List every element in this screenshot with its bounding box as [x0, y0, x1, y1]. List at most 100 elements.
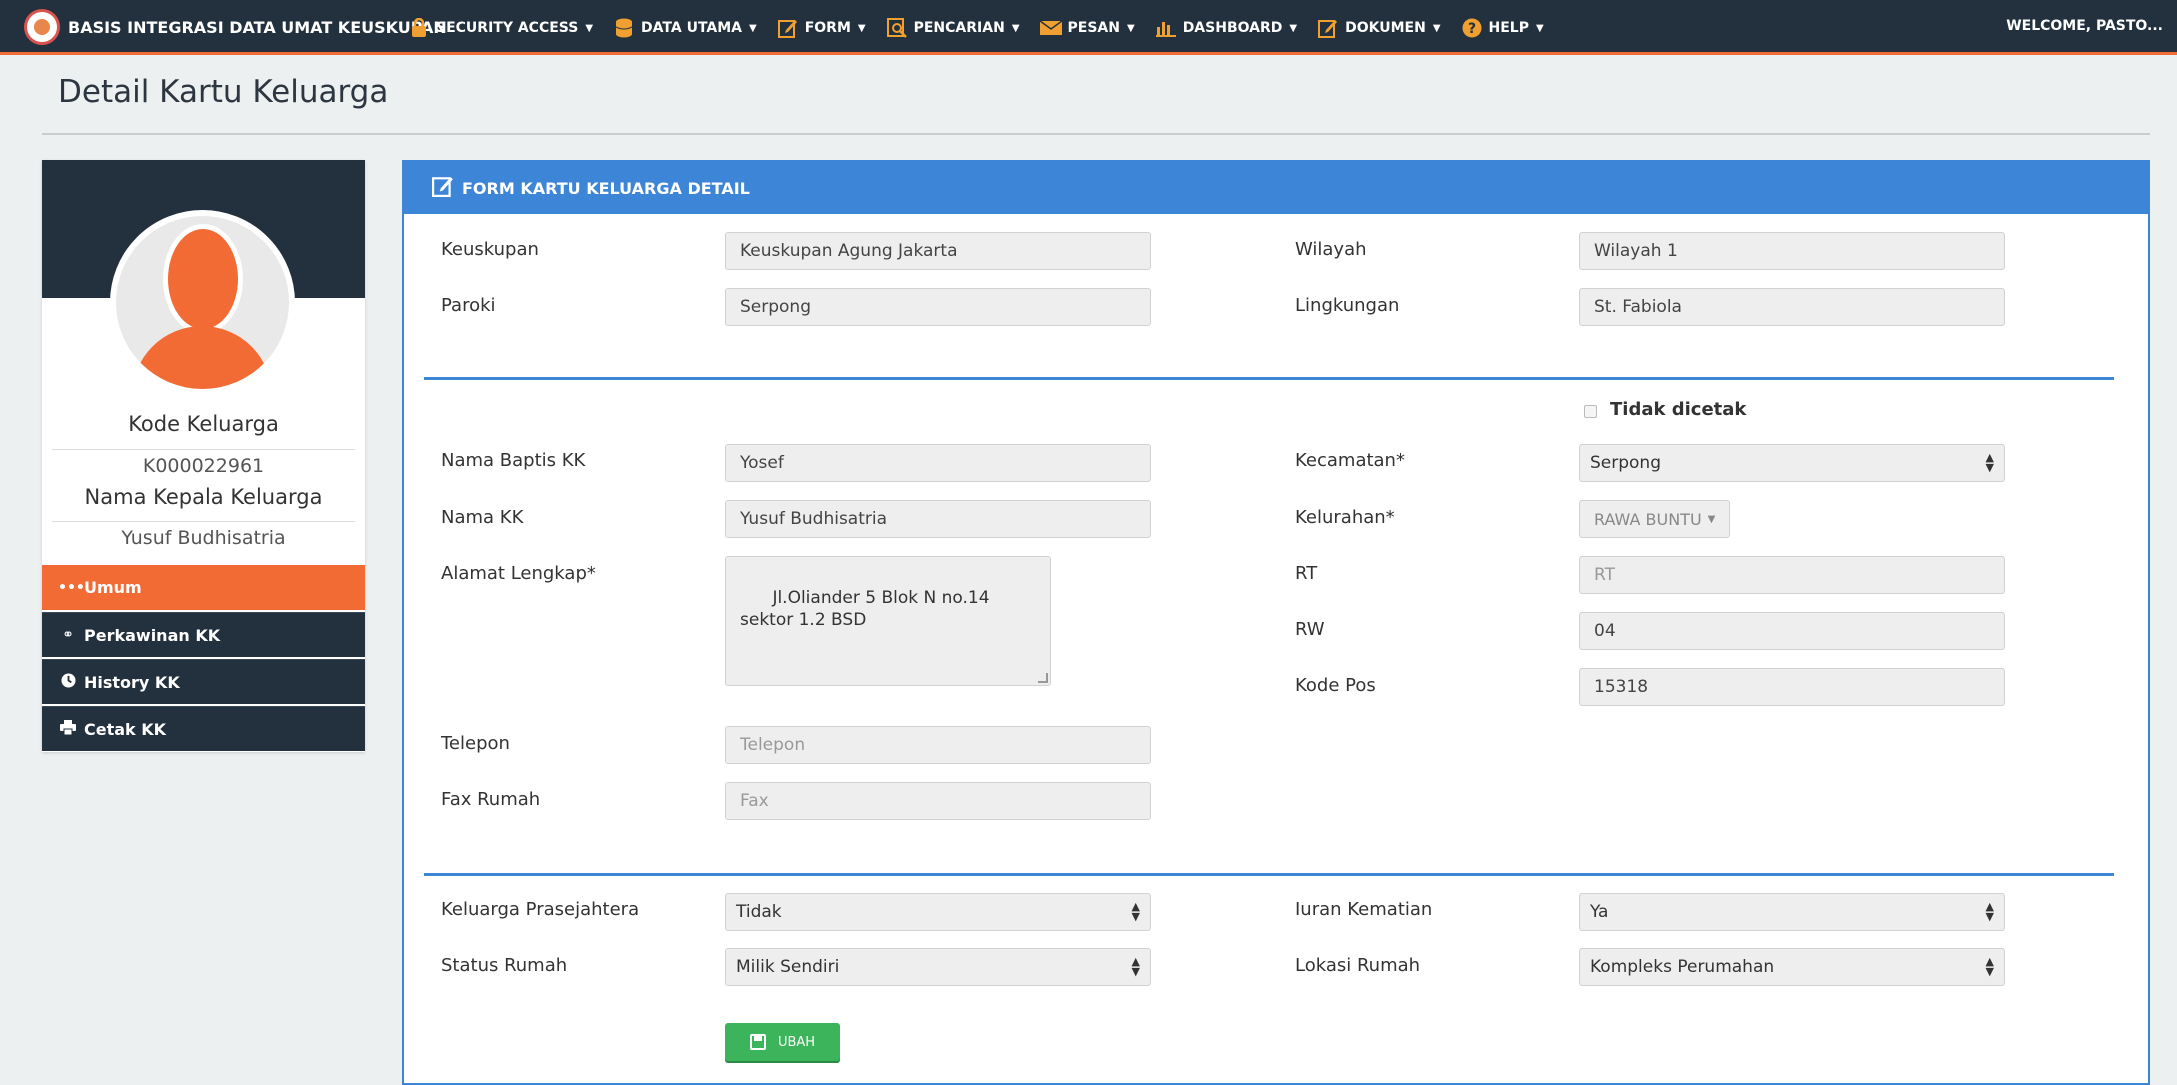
profile-menu-history[interactable]: History KK — [42, 659, 365, 704]
form-panel-header: FORM KARTU KELUARGA DETAIL — [404, 162, 2148, 214]
nav-menu: SECURITY ACCESS ▼ DATA UTAMA ▼ FORM ▼ PENCA… — [408, 16, 1564, 40]
chevron-down-icon: ▼ — [1432, 22, 1441, 34]
section-divider — [424, 873, 2114, 876]
rw-field[interactable]: 04 — [1579, 612, 2005, 650]
profile-card: Kode Keluarga K000022961 Nama Kepala Kel… — [42, 160, 365, 752]
status-rumah-label: Status Rumah — [441, 955, 568, 976]
divider — [52, 521, 355, 522]
select-arrows-icon: ▲ ▼ — [1131, 900, 1140, 923]
paroki-field[interactable]: Serpong — [725, 288, 1151, 326]
kelurahan-label: Kelurahan* — [1295, 507, 1395, 528]
prasejahtera-label: Keluarga Prasejahtera — [441, 899, 640, 920]
edit-icon — [1317, 17, 1339, 39]
logo-icon — [24, 9, 60, 45]
select-arrows-icon: ▲ ▼ — [1985, 955, 1994, 978]
database-icon — [613, 17, 635, 39]
rt-field[interactable]: RT — [1579, 556, 2005, 594]
kecamatan-label: Kecamatan* — [1295, 450, 1405, 471]
nav-help[interactable]: ? HELP ▼ — [1461, 17, 1544, 39]
chevron-down-icon: ▼ — [585, 22, 594, 34]
envelope-icon — [1039, 17, 1062, 39]
select-arrows-icon: ▲ ▼ — [1985, 900, 1994, 923]
telepon-field[interactable]: Telepon — [725, 726, 1151, 764]
kode-keluarga-label: Kode Keluarga — [128, 412, 279, 436]
kecamatan-select[interactable]: Serpong ▲ ▼ — [1579, 444, 2005, 482]
kelurahan-dropdown[interactable]: RAWA BUNTU ▼ — [1579, 500, 1731, 538]
divider — [52, 449, 355, 450]
alamat-label: Alamat Lengkap* — [441, 563, 596, 584]
chevron-down-icon: ▼ — [857, 22, 866, 34]
tidak-dicetak-label: Tidak dicetak — [1610, 399, 1747, 420]
form-panel: FORM KARTU KELUARGA DETAIL Keuskupan Keu… — [402, 160, 2150, 1085]
edit-icon — [777, 17, 799, 39]
save-icon — [749, 1034, 766, 1050]
profile-menu-cetak[interactable]: Cetak KK — [42, 706, 365, 751]
lokasi-rumah-label: Lokasi Rumah — [1295, 955, 1421, 976]
print-icon — [58, 719, 78, 739]
ellipsis-icon: ••• — [58, 579, 85, 596]
fax-field[interactable]: Fax — [725, 782, 1151, 820]
chevron-down-icon: ▼ — [1535, 22, 1544, 34]
section-divider — [424, 377, 2114, 380]
nav-pesan[interactable]: PESAN ▼ — [1039, 17, 1135, 39]
search-icon — [886, 17, 908, 39]
iuran-kematian-label: Iuran Kematian — [1295, 899, 1433, 920]
tidak-dicetak-checkbox[interactable] — [1584, 405, 1597, 418]
chevron-down-icon: ▼ — [1289, 22, 1298, 34]
chevron-down-icon: ▼ — [1126, 22, 1135, 34]
kode-pos-label: Kode Pos — [1295, 675, 1376, 696]
paroki-label: Paroki — [441, 295, 496, 316]
lingkungan-field[interactable]: St. Fabiola — [1579, 288, 2005, 326]
profile-menu-perkawinan[interactable]: ⚭ Perkawinan KK — [42, 612, 365, 657]
ubah-button[interactable]: UBAH — [725, 1023, 840, 1061]
page: BASIS INTEGRASI DATA UMAT KEUSKUPAN SECU… — [0, 0, 2177, 1085]
user-menu[interactable]: WELCOME, PASTO... — [2006, 18, 2163, 34]
keuskupan-field[interactable]: Keuskupan Agung Jakarta — [725, 232, 1151, 270]
bar-chart-icon — [1155, 17, 1177, 39]
prasejahtera-select[interactable]: Tidak ▲ ▼ — [725, 893, 1151, 931]
page-title: Detail Kartu Keluarga — [58, 74, 389, 110]
fax-label: Fax Rumah — [441, 789, 541, 810]
select-arrows-icon: ▲ ▼ — [1985, 451, 1994, 474]
rings-icon: ⚭ — [62, 627, 74, 643]
edit-icon — [432, 175, 454, 202]
chevron-down-icon: ▼ — [1011, 22, 1020, 34]
brand[interactable]: BASIS INTEGRASI DATA UMAT KEUSKUPAN — [24, 9, 447, 45]
brand-title: BASIS INTEGRASI DATA UMAT KEUSKUPAN — [68, 17, 447, 37]
kode-pos-field[interactable]: 15318 — [1579, 668, 2005, 706]
status-rumah-select[interactable]: Milik Sendiri ▲ ▼ — [725, 948, 1151, 986]
select-arrows-icon: ▲ ▼ — [1131, 955, 1140, 978]
wilayah-label: Wilayah — [1295, 239, 1367, 260]
chevron-down-icon: ▼ — [749, 22, 757, 34]
divider — [42, 133, 2150, 135]
kode-keluarga-value: K000022961 — [142, 455, 265, 477]
rt-label: RT — [1295, 563, 1318, 584]
nama-kepala-keluarga-label: Nama Kepala Keluarga — [84, 485, 323, 509]
nama-kk-field[interactable]: Yusuf Budhisatria — [725, 500, 1151, 538]
keuskupan-label: Keuskupan — [441, 239, 539, 260]
lokasi-rumah-select[interactable]: Kompleks Perumahan ▲ ▼ — [1579, 948, 2005, 986]
nama-kepala-keluarga-value: Yusuf Budhisatria — [121, 527, 286, 549]
lock-icon — [408, 17, 430, 39]
nama-baptis-label: Nama Baptis KK — [441, 450, 586, 471]
nav-data-utama[interactable]: DATA UTAMA ▼ — [613, 17, 757, 39]
clock-icon — [58, 672, 78, 692]
iuran-kematian-select[interactable]: Ya ▲ ▼ — [1579, 893, 2005, 931]
profile-menu-umum[interactable]: ••• Umum — [42, 565, 365, 610]
wilayah-field[interactable]: Wilayah 1 — [1579, 232, 2005, 270]
telepon-label: Telepon — [441, 733, 510, 754]
nav-pencarian[interactable]: PENCARIAN ▼ — [886, 17, 1020, 39]
alamat-textarea[interactable]: Jl.Oliander 5 Blok N no.14 sektor 1.2 BS… — [725, 556, 1051, 686]
top-navbar: BASIS INTEGRASI DATA UMAT KEUSKUPAN SECU… — [0, 0, 2177, 55]
nav-form[interactable]: FORM ▼ — [777, 17, 866, 39]
lingkungan-label: Lingkungan — [1295, 295, 1400, 316]
chevron-down-icon: ▼ — [1707, 513, 1716, 525]
nav-dokumen[interactable]: DOKUMEN ▼ — [1317, 17, 1441, 39]
svg-text:?: ? — [1467, 21, 1475, 37]
avatar — [110, 210, 295, 395]
rw-label: RW — [1295, 619, 1325, 640]
nav-security-access[interactable]: SECURITY ACCESS ▼ — [408, 17, 593, 39]
nama-baptis-field[interactable]: Yosef — [725, 444, 1151, 482]
nav-dashboard[interactable]: DASHBOARD ▼ — [1155, 17, 1297, 39]
resize-grip-icon[interactable] — [1038, 673, 1048, 683]
